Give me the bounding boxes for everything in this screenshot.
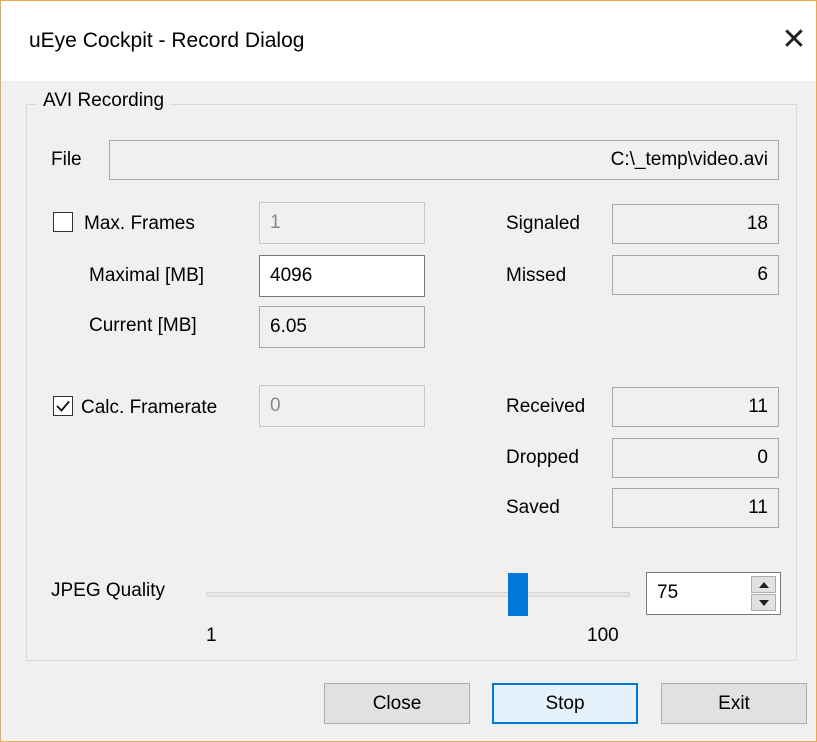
maximal-mb-value: 4096 — [270, 265, 313, 286]
signaled-field: 18 — [612, 204, 779, 244]
close-icon[interactable]: ✕ — [779, 25, 809, 55]
current-mb-field: 6.05 — [259, 306, 425, 348]
max-frames-input[interactable]: 1 — [259, 202, 425, 244]
signaled-label: Signaled — [506, 213, 580, 234]
calc-framerate-value: 0 — [270, 395, 281, 416]
calc-framerate-input[interactable]: 0 — [259, 385, 425, 427]
jpeg-quality-slider-track[interactable] — [206, 592, 630, 597]
dropped-field: 0 — [612, 438, 779, 478]
saved-field: 11 — [612, 488, 779, 528]
slider-max-label: 100 — [587, 625, 619, 646]
dropped-value: 0 — [757, 447, 768, 468]
jpeg-quality-spinbox[interactable]: 75 — [646, 572, 781, 615]
title-bar[interactable]: uEye Cockpit - Record Dialog ✕ — [1, 1, 816, 81]
spin-up-button[interactable] — [751, 576, 776, 593]
exit-button[interactable]: Exit — [661, 683, 807, 724]
spin-down-button[interactable] — [751, 594, 776, 611]
jpeg-quality-slider-thumb[interactable] — [507, 573, 528, 616]
max-frames-checkbox[interactable] — [53, 212, 73, 232]
received-field: 11 — [612, 387, 779, 427]
slider-min-label: 1 — [206, 625, 217, 646]
jpeg-quality-label: JPEG Quality — [51, 580, 166, 601]
calc-framerate-label: Calc. Framerate — [81, 397, 218, 418]
maximal-mb-input[interactable]: 4096 — [259, 255, 425, 297]
group-label: AVI Recording — [37, 90, 171, 112]
missed-label: Missed — [506, 265, 567, 286]
saved-label: Saved — [506, 497, 560, 518]
stop-button[interactable]: Stop — [492, 683, 638, 724]
saved-value: 11 — [748, 497, 768, 518]
received-value: 11 — [748, 396, 768, 417]
file-path-field: C:\_temp\video.avi — [109, 140, 779, 180]
maximal-mb-label: Maximal [MB] — [89, 265, 205, 286]
close-button[interactable]: Close — [324, 683, 470, 724]
dropped-label: Dropped — [506, 447, 579, 468]
file-path-value: C:\_temp\video.avi — [610, 149, 768, 170]
calc-framerate-checkbox[interactable] — [53, 396, 73, 416]
record-dialog-window: uEye Cockpit - Record Dialog ✕ AVI Recor… — [0, 0, 817, 742]
current-mb-label: Current [MB] — [89, 315, 197, 336]
max-frames-label: Max. Frames — [84, 213, 195, 234]
signaled-value: 18 — [746, 213, 768, 234]
window-title: uEye Cockpit - Record Dialog — [29, 29, 305, 52]
received-label: Received — [506, 396, 586, 417]
current-mb-value: 6.05 — [270, 316, 307, 337]
arrow-down-icon — [758, 599, 769, 606]
file-label: File — [51, 149, 82, 170]
checkmark-icon — [56, 400, 70, 412]
jpeg-quality-value: 75 — [657, 582, 679, 603]
max-frames-value: 1 — [270, 212, 281, 233]
missed-value: 6 — [757, 264, 768, 285]
arrow-up-icon — [758, 581, 769, 588]
missed-field: 6 — [612, 255, 779, 295]
